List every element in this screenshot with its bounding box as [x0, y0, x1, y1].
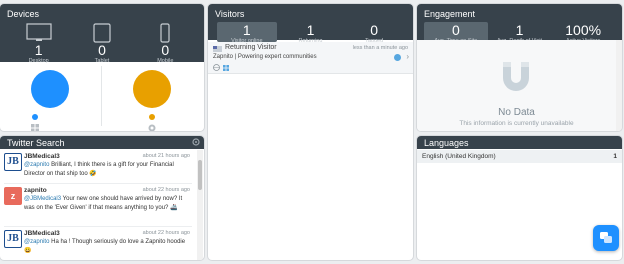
twitter-scrollbar-thumb[interactable] — [198, 160, 202, 190]
tweet-user[interactable]: JBMedical3 — [24, 229, 60, 238]
visitor-site[interactable]: Zapnito | Powering expert communities — [213, 54, 317, 60]
device-tablet: 0 Tablet — [72, 23, 132, 65]
devices-title: Devices — [7, 9, 40, 19]
device-mobile: 0 Mobile — [135, 23, 195, 65]
tablet-label: Tablet — [94, 58, 110, 64]
tagged-value: 0 — [370, 22, 379, 38]
twitter-scrollbar[interactable] — [197, 150, 203, 260]
chat-button[interactable] — [593, 225, 619, 251]
language-count: 1 — [613, 153, 617, 160]
settings-icon[interactable] — [192, 138, 200, 146]
globe-icon — [213, 64, 220, 71]
device-divider — [101, 66, 102, 126]
visitors-panel: Visitors 1 Visitor online 1 Returning 0 … — [208, 4, 413, 260]
engagement-panel: Engagement 0 Avg. Time on Site 1 Avg. De… — [417, 4, 622, 131]
tweet-mention[interactable]: @zapnito — [24, 162, 49, 168]
tweet-time: about 22 hours ago — [142, 187, 190, 193]
visitor-entry[interactable]: Returning Visitor less than a minute ago… — [208, 42, 413, 74]
tablet-icon — [93, 23, 111, 43]
active-visitors-value: 100% — [565, 22, 602, 38]
avatar: z — [4, 187, 22, 205]
windows-icon — [223, 65, 229, 71]
avatar: JB — [4, 230, 22, 248]
tweet-divider — [4, 183, 192, 184]
windows-icon — [31, 124, 39, 131]
mobile-label: Mobile — [157, 58, 174, 64]
tweet-mention[interactable]: @JBMedical3 — [24, 196, 61, 202]
tweet-text: @JBMedical3 Your new one should have arr… — [24, 195, 192, 213]
no-data-title: No Data — [498, 107, 535, 118]
tweet-time: about 22 hours ago — [142, 230, 190, 236]
tweet-user[interactable]: JBMedical3 — [24, 152, 60, 161]
tweet-item[interactable]: z zapnito about 22 hours ago @JBMedical3… — [0, 186, 194, 226]
returning-value: 1 — [306, 22, 315, 38]
tweet-divider — [4, 226, 192, 227]
tweet-text: @zapnito Brilliant, I think there is a g… — [24, 161, 192, 179]
tweet-user[interactable]: zapnito — [24, 186, 47, 195]
stat-visitor-online[interactable]: 1 Visitor online — [216, 22, 277, 44]
engagement-header: Engagement 0 Avg. Time on Site 1 Avg. De… — [417, 4, 622, 44]
visitor-online-value: 1 — [242, 22, 251, 38]
tweet-text: @zapnito Ha ha ! Though seriously do lov… — [24, 238, 192, 256]
no-data-text: This information is currently unavailabl… — [459, 120, 574, 127]
devices-header: Devices 1 Desktop 0 Tablet 0 Mobile — [0, 4, 204, 65]
chat-icon — [600, 232, 612, 243]
desktop-icon — [26, 23, 52, 41]
twitter-panel: Twitter Search JB JBMedical3 about 21 ho… — [0, 136, 204, 260]
language-row[interactable]: English (United Kingdom) 1 — [417, 150, 622, 163]
tweet-mention[interactable]: @zapnito — [24, 239, 49, 245]
device-legend-dot-blue — [32, 114, 38, 120]
visitors-header: Visitors 1 Visitor online 1 Returning 0 … — [208, 4, 413, 44]
language-name: English (United Kingdom) — [422, 153, 496, 160]
twitter-header: Twitter Search — [0, 136, 204, 149]
mobile-count: 0 — [161, 42, 170, 58]
tweet-item[interactable]: JB JBMedical3 about 22 hours ago @zapnit… — [0, 229, 194, 259]
twitter-title: Twitter Search — [7, 138, 65, 148]
tweet-item[interactable]: JB JBMedical3 about 21 hours ago @zapnit… — [0, 152, 194, 184]
visitor-name[interactable]: Returning Visitor — [225, 44, 277, 51]
flag-icon — [213, 46, 222, 52]
avg-depth-value: 1 — [515, 22, 524, 38]
languages-title: Languages — [424, 138, 469, 148]
desktop-count: 1 — [34, 42, 43, 58]
avg-time-value: 0 — [451, 22, 460, 38]
tweet-time: about 21 hours ago — [142, 153, 190, 159]
device-legend-dot-orange — [149, 114, 155, 120]
magnet-icon — [503, 62, 529, 91]
devices-panel: Devices 1 Desktop 0 Tablet 0 Mobile — [0, 4, 204, 131]
browser-icon — [148, 124, 156, 131]
device-chart-circle-blue — [31, 70, 69, 108]
device-desktop: 1 Desktop — [9, 23, 69, 65]
mobile-icon — [160, 23, 170, 43]
avatar: JB — [4, 153, 22, 171]
desktop-label: Desktop — [28, 58, 49, 64]
chevron-right-icon[interactable]: › — [406, 52, 409, 61]
languages-panel: Languages English (United Kingdom) 1 — [417, 136, 622, 260]
engagement-title: Engagement — [424, 9, 476, 19]
visitor-time: less than a minute ago — [352, 45, 408, 51]
stat-avg-time[interactable]: 0 Avg. Time on Site — [424, 22, 488, 44]
languages-header: Languages — [417, 136, 622, 149]
chat-bubble-icon[interactable] — [394, 54, 401, 61]
tweet-body: Ha ha ! Though seriously do love a Zapni… — [24, 239, 186, 254]
device-chart-circle-orange — [133, 70, 171, 108]
engagement-scrollbar[interactable] — [616, 40, 622, 131]
visitors-title: Visitors — [215, 9, 245, 19]
tablet-count: 0 — [98, 42, 106, 58]
